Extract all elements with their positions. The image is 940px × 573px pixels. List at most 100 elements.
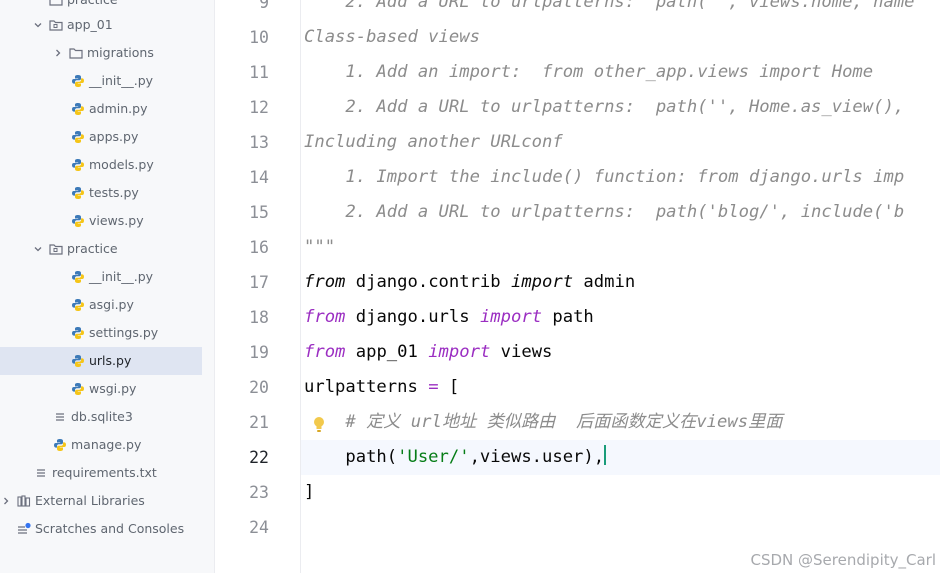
tree-item-practice-init[interactable]: __init__.py: [0, 263, 202, 291]
args-token: ,views.user),: [469, 447, 605, 467]
line-number: 9: [259, 0, 269, 12]
python-file-icon: [70, 297, 86, 313]
text-file-icon: [52, 409, 68, 425]
tree-item-asgi-py[interactable]: asgi.py: [0, 291, 202, 319]
operator-token: =: [428, 377, 439, 397]
name-token: views: [490, 342, 553, 362]
tree-item-label: __init__.py: [89, 73, 154, 88]
tree-item-external-libraries[interactable]: External Libraries: [0, 487, 202, 515]
line-number: 21: [249, 413, 269, 432]
line-number: 18: [249, 308, 269, 327]
tree-item-label: manage.py: [71, 437, 142, 452]
tree-item-label: asgi.py: [89, 297, 134, 312]
code-line-15[interactable]: 2. Add a URL to urlpatterns: path('blog/…: [304, 195, 904, 230]
code-line-21[interactable]: # 定义 url地址 类似路由 后面函数定义在views里面: [304, 405, 782, 440]
keyword-token: import: [510, 272, 574, 292]
tree-item-label: wsgi.py: [89, 381, 137, 396]
python-file-icon: [70, 325, 86, 341]
keyword-token: from: [304, 272, 346, 292]
chevron-down-icon[interactable]: [32, 20, 44, 30]
name-token: path: [542, 307, 594, 327]
line-number: 10: [249, 28, 269, 47]
code-line-19[interactable]: from app_01 import views: [304, 335, 552, 370]
line-number: 13: [249, 133, 269, 152]
text-file-icon: [33, 465, 49, 481]
string-token: 'User/': [397, 447, 470, 467]
function-token: path(: [304, 447, 398, 467]
tree-item-label: admin.py: [89, 101, 148, 116]
tree-item-urls-py[interactable]: urls.py: [0, 347, 202, 375]
line-number: 23: [249, 483, 269, 502]
code-line-12[interactable]: 2. Add a URL to urlpatterns: path('', Ho…: [304, 90, 904, 125]
tree-item-tests-py[interactable]: tests.py: [0, 179, 202, 207]
line-number: 12: [249, 98, 269, 117]
tree-item-label: urls.py: [89, 353, 132, 368]
line-number: 24: [249, 518, 269, 537]
chevron-right-icon[interactable]: [0, 496, 12, 506]
code-line-13[interactable]: Including another URLconf: [304, 125, 563, 160]
line-number-gutter[interactable]: 9 10 11 12 13 14 15 16 17 18 19 20 21 22…: [215, 0, 301, 573]
project-tree: practice app_01 migrations __init__.py: [0, 0, 215, 573]
tree-item-label: requirements.txt: [52, 465, 157, 480]
scratches-icon: [16, 521, 32, 537]
tree-item-scratches[interactable]: Scratches and Consoles: [0, 515, 202, 543]
folder-icon: [48, 17, 64, 33]
line-number: 15: [249, 203, 269, 222]
module-token: django.contrib: [345, 272, 511, 292]
folder-icon: [48, 241, 64, 257]
python-file-icon: [70, 157, 86, 173]
python-file-icon: [52, 437, 68, 453]
code-line-23[interactable]: ]: [304, 475, 314, 510]
code-line-17[interactable]: from django.contrib import admin: [304, 265, 635, 300]
tree-item-practice[interactable]: practice: [0, 235, 202, 263]
code-line-14[interactable]: 1. Import the include() function: from d…: [304, 160, 904, 195]
text-caret: [604, 445, 607, 465]
tree-item-db-sqlite3[interactable]: db.sqlite3: [0, 403, 202, 431]
tree-item-label: db.sqlite3: [71, 409, 133, 424]
code-line-10[interactable]: Class-based views: [304, 20, 480, 55]
line-number: 20: [249, 378, 269, 397]
code-line-20[interactable]: urlpatterns = [: [304, 370, 459, 405]
code-editor[interactable]: 9 10 11 12 13 14 15 16 17 18 19 20 21 22…: [215, 0, 940, 573]
tree-item-admin-py[interactable]: admin.py: [0, 95, 202, 123]
tree-item-manage-py[interactable]: manage.py: [0, 431, 202, 459]
line-number: 11: [249, 63, 269, 82]
tree-item-label: practice: [67, 241, 118, 256]
tree-item-label: models.py: [89, 157, 154, 172]
tree-item-models-py[interactable]: models.py: [0, 151, 202, 179]
chevron-down-icon[interactable]: [32, 244, 44, 254]
module-token: app_01: [345, 342, 429, 362]
keyword-token: import: [428, 342, 491, 362]
code-line-18[interactable]: from django.urls import path: [304, 300, 594, 335]
tree-item-wsgi-py[interactable]: wsgi.py: [0, 375, 202, 403]
tree-item-label: app_01: [67, 17, 113, 32]
tree-item-label: settings.py: [89, 325, 159, 340]
code-line-11[interactable]: 1. Add an import: from other_app.views i…: [304, 55, 873, 90]
tree-item-label: tests.py: [89, 185, 139, 200]
python-file-icon: [70, 73, 86, 89]
code-line-9[interactable]: 2. Add a URL to urlpatterns: path('', vi…: [304, 0, 914, 20]
module-token: django.urls: [345, 307, 480, 327]
line-number: 19: [249, 343, 269, 362]
tree-item-requirements-txt[interactable]: requirements.txt: [0, 459, 202, 487]
tree-item-label: views.py: [89, 213, 144, 228]
chevron-right-icon[interactable]: [52, 48, 64, 58]
tree-item-label: __init__.py: [89, 269, 154, 284]
code-line-22[interactable]: path('User/',views.user),: [304, 440, 607, 475]
tree-item-apps-py[interactable]: apps.py: [0, 123, 202, 151]
tree-item-app-01[interactable]: app_01: [0, 11, 202, 39]
code-line-16[interactable]: """: [304, 230, 335, 265]
tree-item-migrations[interactable]: migrations: [0, 39, 202, 67]
tree-item-app01-init[interactable]: __init__.py: [0, 67, 202, 95]
tree-item-views-py[interactable]: views.py: [0, 207, 202, 235]
keyword-token: from: [304, 342, 346, 362]
python-file-icon: [70, 269, 86, 285]
tree-item-label: migrations: [87, 45, 154, 60]
tree-item-label: Scratches and Consoles: [35, 521, 185, 536]
bracket-token: [: [438, 377, 460, 397]
line-number: 17: [249, 273, 269, 292]
python-file-icon: [70, 129, 86, 145]
tree-item-settings-py[interactable]: settings.py: [0, 319, 202, 347]
watermark: CSDN @Serendipity_Carl: [750, 551, 937, 569]
python-file-icon: [70, 353, 86, 369]
